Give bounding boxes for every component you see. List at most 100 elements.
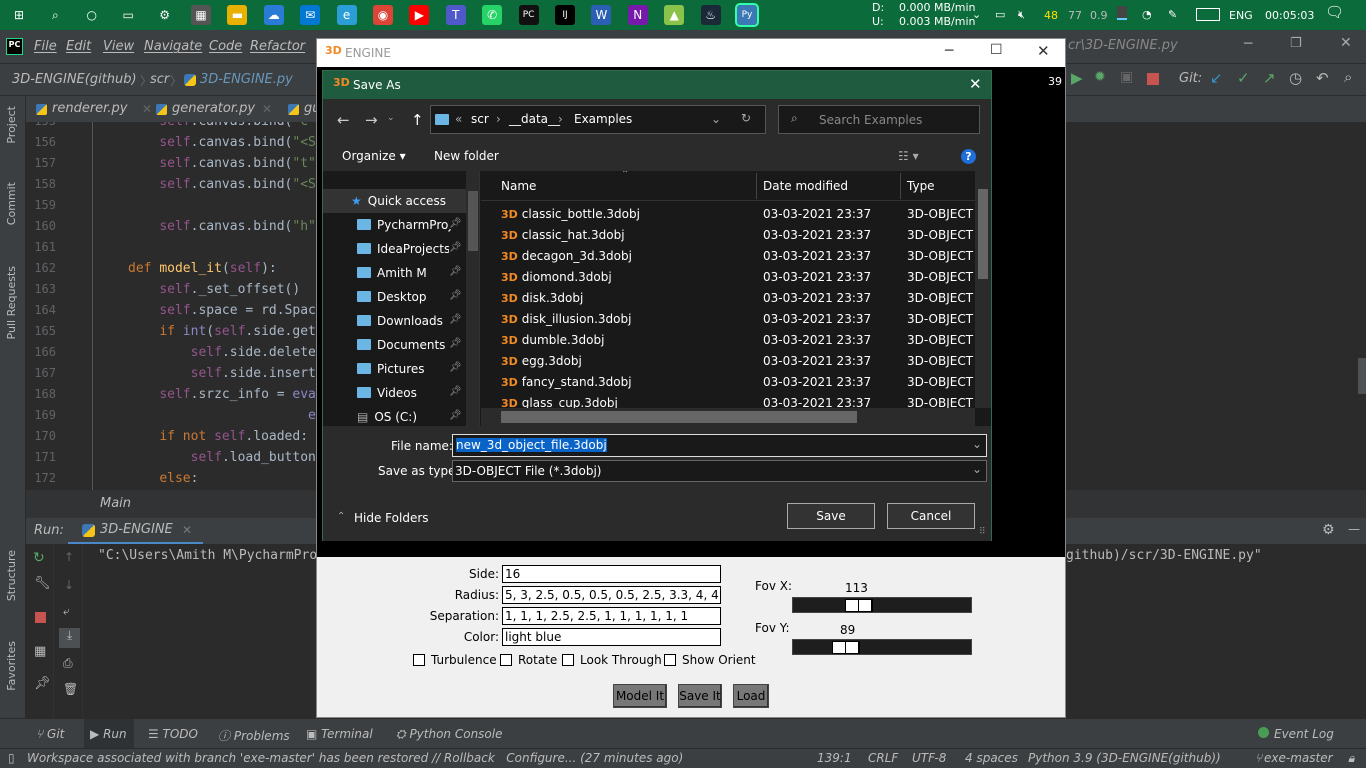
git-branch[interactable]: exe-master — [1264, 751, 1333, 765]
run-icon[interactable]: ▶ — [1071, 69, 1083, 87]
cancel-button[interactable]: Cancel — [887, 503, 975, 529]
git-push-icon[interactable]: ↗ — [1263, 69, 1276, 87]
close-run-tab-icon[interactable]: ✕ — [182, 523, 192, 537]
todo-tool-button[interactable]: ☰ TODO — [148, 727, 198, 741]
nav-item[interactable]: Documents 📌︎ — [323, 333, 466, 357]
code-line[interactable]: self.side.delete — [128, 345, 316, 360]
nav-item[interactable]: Amith M 📌︎ — [323, 261, 466, 285]
whatsapp-icon[interactable]: ✆ — [482, 5, 503, 25]
code-line[interactable]: if int(self.side.get — [128, 324, 316, 339]
terminal-tool-button[interactable]: ▣ Terminal — [306, 727, 373, 741]
menu-refactor[interactable]: Refactor — [250, 39, 305, 54]
scroll-up-icon[interactable]: ↑ — [64, 550, 74, 564]
code-line[interactable]: self.space = rd.Spac — [128, 303, 316, 318]
trash-icon[interactable]: 🗑︎ — [63, 682, 78, 696]
stop-icon[interactable] — [1147, 73, 1159, 85]
project-tool-tab[interactable]: Project — [5, 106, 18, 144]
scope-breadcrumb[interactable]: Main — [100, 496, 131, 511]
search-icon[interactable]: ⌕ — [45, 5, 65, 25]
file-row[interactable]: 3D classic_bottle.3dobj 03-03-2021 23:37 3D… — [501, 204, 984, 225]
nav-item[interactable]: Downloads 📌︎ — [323, 309, 466, 333]
code-line[interactable]: self.side.insert — [128, 366, 316, 381]
menu-file[interactable]: File — [34, 39, 57, 54]
edge-icon[interactable]: e — [336, 5, 357, 25]
status-message[interactable]: Workspace associated with branch 'exe-ma… — [27, 751, 683, 765]
steam-icon[interactable]: ♨ — [700, 5, 721, 25]
git-update-icon[interactable]: ↙ — [1210, 69, 1223, 87]
chevron-up-icon[interactable]: ⌄ — [972, 7, 981, 22]
file-row[interactable]: 3D egg.3dobj 03-03-2021 23:37 3D-OBJECT F — [501, 351, 984, 372]
python-app-icon[interactable]: Py — [735, 3, 759, 27]
close-tab-icon[interactable]: ✕ — [142, 102, 152, 116]
code-line[interactable]: self._set_offset() — [128, 282, 300, 297]
close-button[interactable]: ✕ — [1037, 42, 1050, 60]
indent-setting[interactable]: 4 spaces — [965, 751, 1018, 765]
refresh-icon[interactable]: ↻ — [741, 111, 751, 125]
clock[interactable]: 00:05:03 — [1265, 8, 1314, 23]
close-button[interactable]: ✕ — [969, 75, 982, 93]
restore-button[interactable]: ❐ — [1290, 36, 1302, 51]
settings-gear-icon[interactable]: ⚙ — [1322, 522, 1335, 538]
chevron-down-icon[interactable]: ⌄ — [972, 437, 982, 451]
git-commit-icon[interactable]: ✓ — [1237, 69, 1250, 87]
breadcrumb-folder[interactable]: scr — [150, 72, 169, 87]
nav-item[interactable]: Pictures 📌︎ — [323, 357, 466, 381]
search-box[interactable]: ⌕ Search Examples — [778, 105, 980, 134]
code-line[interactable]: self.load_button — [128, 450, 316, 465]
back-icon[interactable]: ← — [337, 111, 350, 129]
intellij-icon[interactable]: IJ — [555, 5, 575, 25]
fov-x-slider[interactable] — [792, 597, 972, 613]
close-button[interactable]: ✕ — [1340, 35, 1352, 51]
nav-item[interactable]: ▤ OS (C:) 📌︎ — [323, 405, 466, 426]
status-toggle-icon[interactable]: ▯ — [8, 751, 15, 765]
menu-code[interactable]: Code — [209, 39, 242, 54]
slider-thumb[interactable] — [844, 599, 873, 612]
nav-item[interactable]: Desktop 📌︎ — [323, 285, 466, 309]
vertical-scrollbar[interactable] — [975, 171, 991, 408]
slider-thumb[interactable] — [832, 641, 861, 654]
event-log-button[interactable]: Event Log — [1274, 727, 1334, 741]
help-icon[interactable]: ? — [961, 149, 976, 164]
teams-icon[interactable]: T — [445, 5, 466, 25]
column-date-modified[interactable]: Date modified — [763, 179, 848, 193]
problems-tool-button[interactable]: ⓘ Problems — [218, 727, 290, 744]
nav-item[interactable]: Videos 📌︎ — [323, 381, 466, 405]
editor-scrollbar[interactable] — [1358, 358, 1366, 394]
search-icon[interactable]: ⌕ — [1344, 68, 1352, 86]
file-row[interactable]: 3D classic_hat.3dobj 03-03-2021 23:37 3D-OB… — [501, 225, 984, 246]
resize-grip-icon[interactable]: ⠿ — [979, 527, 986, 537]
cortana-icon[interactable]: ○ — [82, 5, 102, 25]
battery-icon[interactable]: ▭ — [995, 7, 1005, 22]
file-row[interactable]: 3D disk_illusion.3dobj 03-03-2021 23:37 3D-… — [501, 309, 984, 330]
path-segment[interactable]: __data__ — [509, 112, 560, 126]
favorites-tool-tab[interactable]: Favorites — [5, 641, 18, 691]
history-icon[interactable]: ◷ — [1289, 69, 1302, 87]
code-line[interactable]: self.canvas.bind("c — [128, 122, 308, 129]
code-line[interactable]: self.canvas.bind("<S — [128, 135, 316, 150]
editor-tab[interactable]: renderer.py — [52, 101, 127, 116]
menu-navigate[interactable]: Navigate — [144, 39, 202, 54]
scroll-to-end-icon[interactable]: ⤓ — [59, 628, 80, 648]
path-segment[interactable]: Examples — [574, 112, 632, 126]
model-it-button[interactable]: Model It — [613, 684, 667, 708]
structure-tool-tab[interactable]: Structure — [5, 550, 18, 601]
soft-wrap-icon[interactable]: ⤶ — [63, 604, 70, 619]
meter-icon[interactable] — [1117, 6, 1127, 20]
minimize-button[interactable]: ─ — [945, 43, 953, 59]
column-type[interactable]: Type — [907, 179, 935, 193]
organize-menu[interactable]: Organize ▾ — [342, 149, 406, 163]
debug-icon[interactable]: ✹ — [1094, 69, 1106, 85]
radius-input[interactable]: 5, 3, 2.5, 0.5, 0.5, 0.5, 2.5, 3.3, 4, 4… — [502, 586, 721, 604]
code-line[interactable]: self.canvas.bind("<S — [128, 177, 316, 192]
print-icon[interactable]: ⎙ — [63, 656, 73, 671]
file-row[interactable]: 3D fancy_stand.3dobj 03-03-2021 23:37 3D-OB… — [501, 372, 984, 393]
calculator-icon[interactable]: ▦ — [191, 5, 211, 25]
layout-icon[interactable]: ▦ — [34, 644, 46, 659]
file-name-input[interactable]: new_3d_object_file.3dobj ⌄ — [452, 434, 987, 457]
nav-item[interactable]: IdeaProjects 📌︎ — [323, 237, 466, 261]
code-line[interactable]: self.canvas.bind("t" — [128, 156, 316, 171]
menu-edit[interactable]: Edit — [66, 39, 91, 54]
new-folder-button[interactable]: New folder — [434, 149, 499, 163]
column-name[interactable]: Name — [501, 179, 536, 193]
mute-icon[interactable]: 🔇︎ — [1018, 7, 1025, 22]
